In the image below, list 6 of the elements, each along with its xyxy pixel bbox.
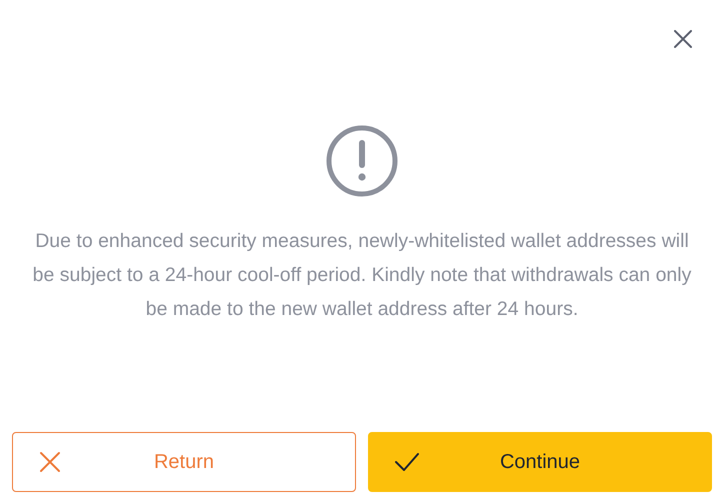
close-icon	[39, 451, 61, 473]
warning-icon	[325, 124, 399, 198]
close-icon	[674, 30, 692, 48]
check-icon	[395, 451, 419, 473]
warning-message: Due to enhanced security measures, newly-whitelisted wallet addresses will be subject to a 24-hour cool-off period. Kindly note that withdrawals can only be made to the new wallet address after 24 hours.	[32, 229, 692, 322]
continue-button[interactable]: Continue	[368, 432, 712, 492]
